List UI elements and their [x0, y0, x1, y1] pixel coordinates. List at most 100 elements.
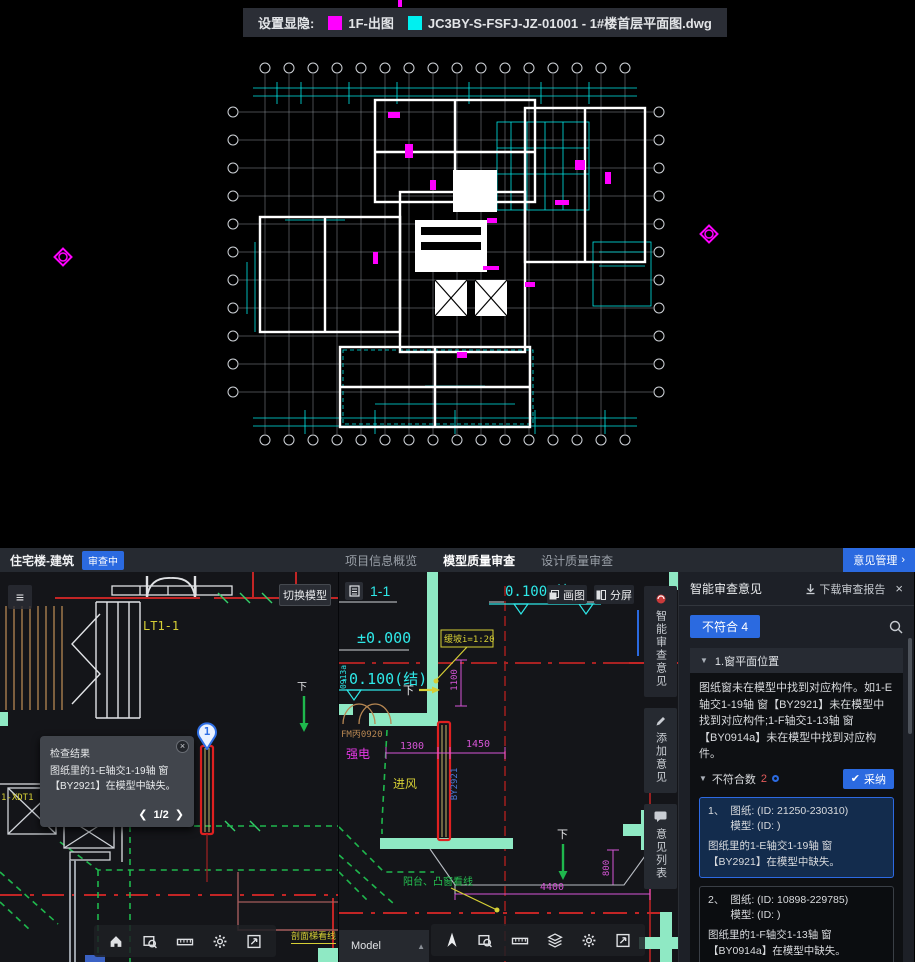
dim-1100: 1100: [450, 669, 460, 691]
noncompliant-filter-button[interactable]: 不符合 4: [690, 615, 760, 638]
cyan-swatch: [408, 16, 422, 30]
balcony-note-label: 阳台、凸窗看线: [403, 875, 473, 888]
slope-label: 缓坡i=1:20: [444, 633, 495, 645]
drawing-view-panel[interactable]: LT1-1 1-XDT1 下 ≡ 切换模型 × 检查结果 图纸里的1-E轴交1-…: [0, 572, 339, 962]
pin-number: 1: [204, 725, 211, 738]
magenta-tick: [398, 0, 402, 7]
caret-up-icon: ▲: [417, 942, 425, 951]
project-title: 住宅楼-建筑: [10, 552, 74, 569]
next-page-icon[interactable]: ❯: [175, 808, 184, 821]
model-view-panel[interactable]: 0.100(结) ±0.000 -0.100(结) 缓坡i=1:20 下 下 1…: [339, 572, 679, 962]
opinion-manage-button[interactable]: 意见管理 ›: [843, 548, 915, 572]
tab-project-info[interactable]: 项目信息概览: [345, 552, 417, 569]
issue-pin-marker[interactable]: 1: [195, 720, 219, 750]
model-tab[interactable]: Model ▲: [339, 930, 429, 962]
layer-item-1f[interactable]: 1F-出图: [328, 13, 394, 32]
left-cad-toolbar: [94, 925, 276, 957]
measure-icon[interactable]: [511, 933, 529, 948]
fullscreen-icon[interactable]: [246, 934, 262, 949]
tab-model-quality[interactable]: 模型质量审查: [443, 552, 515, 569]
nav-tabs: 项目信息概览 模型质量审查 设计质量审查: [345, 552, 613, 569]
status-badge: 审查中: [82, 551, 124, 570]
section-header[interactable]: ▼ 1.窗平面位置: [690, 648, 903, 673]
zoom-extents-icon[interactable]: [142, 934, 158, 949]
down-label: 下: [297, 682, 307, 693]
layer-visibility-bar: 设置显隐: 1F-出图 JC3BY-S-FSFJ-JZ-01001 - 1#楼首…: [243, 8, 727, 37]
tab-design-quality[interactable]: 设计质量审查: [541, 552, 613, 569]
elevation-neg-label: -0.100(结): [340, 670, 427, 688]
fullscreen-icon[interactable]: [615, 933, 631, 948]
down-arrow: [300, 696, 309, 732]
issue-model-id: 模型: (ID: ): [730, 819, 848, 835]
center-cad-toolbar: [431, 924, 645, 956]
highlight-window: [201, 746, 213, 882]
stair-label: LT1-1: [143, 619, 179, 633]
issue-model-id: 模型: (ID: ): [730, 908, 848, 924]
layer-item-dwg[interactable]: JC3BY-S-FSFJ-JZ-01001 - 1#楼首层平面图.dwg: [408, 13, 712, 32]
chevron-right-icon: ›: [901, 554, 905, 566]
smart-review-tab[interactable]: 智能审查意见: [644, 586, 677, 697]
section-summary: 图纸窗未在模型中找到对应构件。如1-E轴交1-19轴 窗【BY2921】未在模型…: [699, 680, 894, 763]
legend-label: 设置显隐:: [258, 13, 314, 32]
down-label-2: 下: [557, 828, 568, 841]
issue-number: 1、: [708, 804, 724, 836]
download-icon: [805, 583, 816, 595]
search-icon[interactable]: [889, 620, 903, 634]
dim-1450: 1450: [466, 739, 490, 750]
download-report-button[interactable]: 下载审查报告: [805, 581, 885, 597]
copy-icon: [549, 590, 559, 600]
noncompliant-count: 2: [761, 773, 767, 785]
center-cad-canvas: 0.100(结) ±0.000 -0.100(结) 缓坡i=1:20 下 下 1…: [339, 572, 679, 962]
issue-paper-id: 图纸: (ID: 21250-230310): [730, 804, 848, 820]
scrollbar-thumb[interactable]: [908, 638, 912, 734]
smart-review-sidebar: 智能审查意见 下载审查报告 × 不符合 4 ▼: [679, 572, 914, 962]
settings-gear-icon[interactable]: [581, 933, 597, 948]
down-label-1: 下: [403, 684, 414, 697]
tooltip-title: 检查结果: [50, 745, 184, 760]
view-sheet-icon[interactable]: [345, 582, 363, 600]
floorplan-canvas[interactable]: [225, 52, 690, 452]
down-arrow: [559, 844, 568, 880]
layer-name: 1F-出图: [348, 13, 394, 32]
close-icon[interactable]: ×: [176, 740, 189, 753]
check-icon: ✔: [851, 772, 860, 785]
room-strong-label: 强电: [346, 747, 370, 761]
north-arrow-icon[interactable]: [445, 932, 459, 948]
elevation-zero-label: ±0.000: [357, 629, 411, 647]
measure-icon[interactable]: [176, 934, 194, 949]
home-icon[interactable]: [108, 934, 124, 949]
check-result-tooltip: × 检查结果 图纸里的1-E轴交1-19轴 窗【BY2921】在模型中缺失。 ❮…: [40, 736, 194, 827]
dim-800: 800: [602, 860, 612, 876]
settings-gear-icon[interactable]: [212, 934, 228, 949]
issue-description: 图纸里的1-E轴交1-19轴 窗【BY2921】在模型中缺失。: [708, 839, 885, 871]
window-tag2-label: 0913a: [339, 665, 348, 689]
top-navbar: 住宅楼-建筑 审查中 项目信息概览 模型质量审查 设计质量审查 意见管理 ›: [0, 548, 915, 572]
chevron-down-icon: ▼: [700, 656, 708, 665]
split-screen-button[interactable]: 分屏: [594, 585, 634, 604]
room-air-label: 进风: [393, 777, 417, 791]
dim-1300: 1300: [400, 741, 424, 752]
issue-number: 2、: [708, 893, 724, 925]
opinion-list-tab[interactable]: 意见列表: [644, 804, 677, 889]
chevron-down-icon[interactable]: ▼: [699, 774, 707, 783]
section-line-label: 剖面梯看线: [291, 929, 336, 944]
menu-icon[interactable]: ≡: [8, 585, 32, 609]
issue-item-1[interactable]: 1、 图纸: (ID: 21250-230310) 模型: (ID: ) 图纸里…: [699, 797, 894, 878]
magenta-annotations: [373, 112, 611, 358]
stairs: [6, 602, 140, 718]
draw-button[interactable]: 画图: [547, 585, 587, 604]
add-opinion-tab[interactable]: 添加意见: [644, 708, 677, 793]
layers-icon[interactable]: [547, 933, 563, 948]
close-icon[interactable]: ×: [895, 581, 903, 596]
app-window: 设置显隐: 1F-出图 JC3BY-S-FSFJ-JZ-01001 - 1#楼首…: [0, 0, 915, 962]
page-indicator: 1/2: [153, 809, 168, 821]
issue-paper-id: 图纸: (ID: 10898-229785): [730, 893, 848, 909]
zoom-extents-icon[interactable]: [477, 933, 493, 948]
switch-model-button[interactable]: 切换模型: [279, 584, 331, 606]
sidebar-title: 智能审查意见: [690, 580, 762, 597]
issue-item-2[interactable]: 2、 图纸: (ID: 10898-229785) 模型: (ID: ) 图纸里…: [699, 886, 894, 962]
accept-button[interactable]: ✔ 采纳: [843, 769, 894, 789]
smart-review-icon: [655, 593, 667, 605]
prev-page-icon[interactable]: ❮: [138, 808, 147, 821]
split-icon: [596, 590, 606, 600]
